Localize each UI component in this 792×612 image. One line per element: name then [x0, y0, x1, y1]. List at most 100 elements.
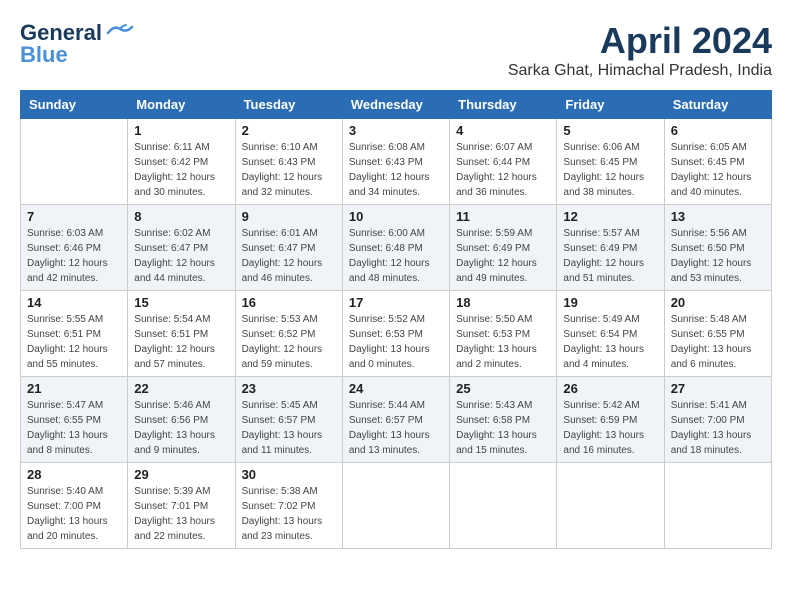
day-info: Sunrise: 5:46 AMSunset: 6:56 PMDaylight:… [134, 398, 228, 458]
calendar-week-4: 21 Sunrise: 5:47 AMSunset: 6:55 PMDayligh… [21, 377, 772, 463]
calendar-cell: 4 Sunrise: 6:07 AMSunset: 6:44 PMDaylight… [450, 119, 557, 205]
calendar-cell: 2 Sunrise: 6:10 AMSunset: 6:43 PMDaylight… [235, 119, 342, 205]
calendar-cell: 17 Sunrise: 5:52 AMSunset: 6:53 PMDayligh… [342, 291, 449, 377]
title-area: April 2024 Sarka Ghat, Himachal Pradesh,… [508, 20, 772, 80]
calendar-cell: 23 Sunrise: 5:45 AMSunset: 6:57 PMDayligh… [235, 377, 342, 463]
calendar-cell [450, 463, 557, 549]
day-number: 18 [456, 295, 550, 310]
day-number: 12 [563, 209, 657, 224]
day-info: Sunrise: 6:03 AMSunset: 6:46 PMDaylight:… [27, 226, 121, 286]
calendar-cell [21, 119, 128, 205]
calendar-cell: 14 Sunrise: 5:55 AMSunset: 6:51 PMDayligh… [21, 291, 128, 377]
calendar-cell: 20Sunrise: 5:48 AMSunset: 6:55 PMDayligh… [664, 291, 771, 377]
day-number: 1 [134, 123, 228, 138]
day-number: 4 [456, 123, 550, 138]
logo-bird-icon [106, 23, 134, 43]
day-number: 11 [456, 209, 550, 224]
day-info: Sunrise: 6:11 AMSunset: 6:42 PMDaylight:… [134, 140, 228, 200]
day-info: Sunrise: 5:40 AMSunset: 7:00 PMDaylight:… [27, 484, 121, 544]
day-number: 25 [456, 381, 550, 396]
day-info: Sunrise: 6:07 AMSunset: 6:44 PMDaylight:… [456, 140, 550, 200]
header: General Blue April 2024 Sarka Ghat, Hima… [20, 20, 772, 80]
day-number: 2 [242, 123, 336, 138]
day-number: 28 [27, 467, 121, 482]
day-info: Sunrise: 5:47 AMSunset: 6:55 PMDaylight:… [27, 398, 121, 458]
calendar-cell: 26 Sunrise: 5:42 AMSunset: 6:59 PMDayligh… [557, 377, 664, 463]
day-info: Sunrise: 5:57 AMSunset: 6:49 PMDaylight:… [563, 226, 657, 286]
day-number: 24 [349, 381, 443, 396]
calendar-cell: 30Sunrise: 5:38 AMSunset: 7:02 PMDayligh… [235, 463, 342, 549]
day-number: 6 [671, 123, 765, 138]
day-info: Sunrise: 6:00 AMSunset: 6:48 PMDaylight:… [349, 226, 443, 286]
calendar-week-1: 1 Sunrise: 6:11 AMSunset: 6:42 PMDaylight… [21, 119, 772, 205]
day-number: 23 [242, 381, 336, 396]
day-info: Sunrise: 5:43 AMSunset: 6:58 PMDaylight:… [456, 398, 550, 458]
header-day-tuesday: Tuesday [235, 91, 342, 119]
calendar-week-3: 14 Sunrise: 5:55 AMSunset: 6:51 PMDayligh… [21, 291, 772, 377]
day-info: Sunrise: 5:59 AMSunset: 6:49 PMDaylight:… [456, 226, 550, 286]
day-info: Sunrise: 6:10 AMSunset: 6:43 PMDaylight:… [242, 140, 336, 200]
calendar-cell: 19 Sunrise: 5:49 AMSunset: 6:54 PMDayligh… [557, 291, 664, 377]
calendar-cell: 18 Sunrise: 5:50 AMSunset: 6:53 PMDayligh… [450, 291, 557, 377]
calendar-cell: 25 Sunrise: 5:43 AMSunset: 6:58 PMDayligh… [450, 377, 557, 463]
day-number: 27 [671, 381, 765, 396]
calendar-cell: 15 Sunrise: 5:54 AMSunset: 6:51 PMDayligh… [128, 291, 235, 377]
calendar-cell: 29Sunrise: 5:39 AMSunset: 7:01 PMDayligh… [128, 463, 235, 549]
day-info: Sunrise: 6:06 AMSunset: 6:45 PMDaylight:… [563, 140, 657, 200]
day-info: Sunrise: 5:54 AMSunset: 6:51 PMDaylight:… [134, 312, 228, 372]
calendar-cell: 12 Sunrise: 5:57 AMSunset: 6:49 PMDayligh… [557, 205, 664, 291]
day-number: 17 [349, 295, 443, 310]
day-number: 7 [27, 209, 121, 224]
day-info: Sunrise: 5:53 AMSunset: 6:52 PMDaylight:… [242, 312, 336, 372]
calendar-cell [664, 463, 771, 549]
header-day-friday: Friday [557, 91, 664, 119]
calendar-cell: 1 Sunrise: 6:11 AMSunset: 6:42 PMDaylight… [128, 119, 235, 205]
calendar-cell: 28 Sunrise: 5:40 AMSunset: 7:00 PMDayligh… [21, 463, 128, 549]
day-info: Sunrise: 5:41 AMSunset: 7:00 PMDaylight:… [671, 398, 765, 458]
day-info: Sunrise: 6:05 AMSunset: 6:45 PMDaylight:… [671, 140, 765, 200]
location-title: Sarka Ghat, Himachal Pradesh, India [508, 62, 772, 80]
day-info: Sunrise: 5:55 AMSunset: 6:51 PMDaylight:… [27, 312, 121, 372]
day-info: Sunrise: 5:45 AMSunset: 6:57 PMDaylight:… [242, 398, 336, 458]
calendar-cell: 11 Sunrise: 5:59 AMSunset: 6:49 PMDayligh… [450, 205, 557, 291]
calendar-cell: 8 Sunrise: 6:02 AMSunset: 6:47 PMDaylight… [128, 205, 235, 291]
day-number: 5 [563, 123, 657, 138]
day-number: 19 [563, 295, 657, 310]
calendar-cell: 13Sunrise: 5:56 AMSunset: 6:50 PMDayligh… [664, 205, 771, 291]
day-info: Sunrise: 5:56 AMSunset: 6:50 PMDaylight:… [671, 226, 765, 286]
day-info: Sunrise: 5:44 AMSunset: 6:57 PMDaylight:… [349, 398, 443, 458]
calendar-week-5: 28 Sunrise: 5:40 AMSunset: 7:00 PMDayligh… [21, 463, 772, 549]
month-title: April 2024 [508, 20, 772, 62]
calendar-cell [342, 463, 449, 549]
header-day-wednesday: Wednesday [342, 91, 449, 119]
day-info: Sunrise: 5:50 AMSunset: 6:53 PMDaylight:… [456, 312, 550, 372]
calendar-week-2: 7 Sunrise: 6:03 AMSunset: 6:46 PMDaylight… [21, 205, 772, 291]
calendar-cell: 7 Sunrise: 6:03 AMSunset: 6:46 PMDaylight… [21, 205, 128, 291]
day-info: Sunrise: 5:48 AMSunset: 6:55 PMDaylight:… [671, 312, 765, 372]
calendar-cell: 3Sunrise: 6:08 AMSunset: 6:43 PMDaylight… [342, 119, 449, 205]
day-info: Sunrise: 5:38 AMSunset: 7:02 PMDaylight:… [242, 484, 336, 544]
day-number: 26 [563, 381, 657, 396]
calendar-cell: 9Sunrise: 6:01 AMSunset: 6:47 PMDaylight… [235, 205, 342, 291]
day-info: Sunrise: 5:42 AMSunset: 6:59 PMDaylight:… [563, 398, 657, 458]
calendar-cell: 22 Sunrise: 5:46 AMSunset: 6:56 PMDayligh… [128, 377, 235, 463]
header-day-sunday: Sunday [21, 91, 128, 119]
calendar-cell: 16 Sunrise: 5:53 AMSunset: 6:52 PMDayligh… [235, 291, 342, 377]
logo: General Blue [20, 20, 134, 68]
day-number: 8 [134, 209, 228, 224]
day-info: Sunrise: 5:52 AMSunset: 6:53 PMDaylight:… [349, 312, 443, 372]
header-day-monday: Monday [128, 91, 235, 119]
day-info: Sunrise: 5:49 AMSunset: 6:54 PMDaylight:… [563, 312, 657, 372]
day-number: 10 [349, 209, 443, 224]
calendar-cell: 6 Sunrise: 6:05 AMSunset: 6:45 PMDaylight… [664, 119, 771, 205]
day-info: Sunrise: 6:08 AMSunset: 6:43 PMDaylight:… [349, 140, 443, 200]
day-number: 15 [134, 295, 228, 310]
day-info: Sunrise: 6:02 AMSunset: 6:47 PMDaylight:… [134, 226, 228, 286]
calendar-cell: 24 Sunrise: 5:44 AMSunset: 6:57 PMDayligh… [342, 377, 449, 463]
calendar-table: SundayMondayTuesdayWednesdayThursdayFrid… [20, 90, 772, 549]
day-number: 21 [27, 381, 121, 396]
header-row: SundayMondayTuesdayWednesdayThursdayFrid… [21, 91, 772, 119]
day-number: 16 [242, 295, 336, 310]
day-number: 22 [134, 381, 228, 396]
day-number: 14 [27, 295, 121, 310]
